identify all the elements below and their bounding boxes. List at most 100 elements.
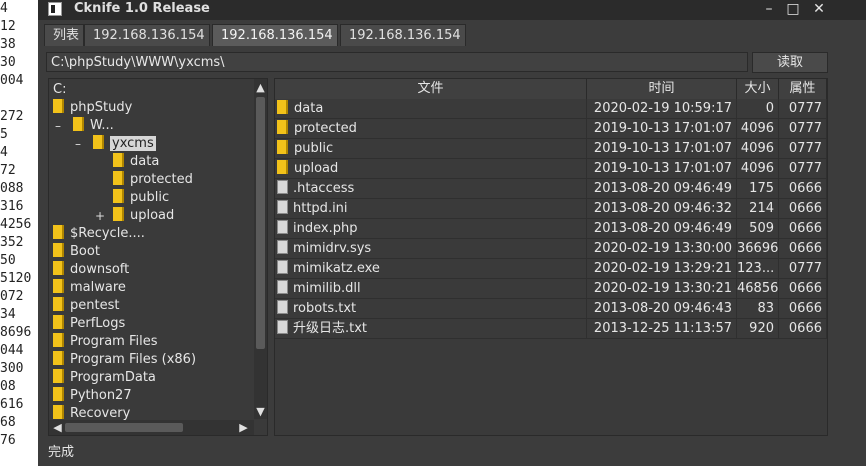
tree-item[interactable]: public [113, 189, 169, 207]
tree-item[interactable]: phpStudy [53, 99, 132, 117]
file-time: 2013-08-20 09:46:49 [587, 179, 737, 199]
file-name: .htaccess [275, 179, 587, 199]
tree-item[interactable]: – W... [55, 117, 114, 135]
tree-item-label: $Recycle.... [70, 226, 145, 241]
file-icon [277, 320, 288, 334]
table-row[interactable]: httpd.ini 2013-08-20 09:46:32 214 0666 [275, 199, 827, 219]
scroll-up-icon[interactable]: ▲ [254, 81, 267, 94]
tree-item[interactable]: + upload [95, 207, 174, 225]
tree-item[interactable]: Python27 [53, 387, 132, 405]
tree-item[interactable]: ProgramData [53, 369, 156, 387]
background-number: 30 [0, 55, 16, 70]
background-number: 72 [0, 163, 16, 178]
table-row[interactable]: upload 2019-10-13 17:01:07 4096 0777 [275, 159, 827, 179]
folder-icon [53, 315, 64, 329]
table-row[interactable]: mimilib.dll 2020-02-19 13:30:21 46856 0666 [275, 279, 827, 299]
file-size: 4096 [737, 119, 779, 139]
background-number: 38 [0, 37, 16, 52]
column-header-size[interactable]: 大小 [737, 79, 779, 99]
tab-host-2[interactable]: 192.168.136.154 [212, 24, 338, 46]
tree-item[interactable]: protected [113, 171, 193, 189]
tree-item[interactable]: Boot [53, 243, 100, 261]
folder-icon [53, 297, 64, 311]
scroll-down-icon[interactable]: ▼ [254, 405, 267, 418]
background-number: 76 [0, 433, 16, 448]
path-input[interactable]: C:\phpStudy\WWW\yxcms\ [46, 52, 748, 72]
tree-item[interactable]: downsoft [53, 261, 129, 279]
file-name-text: mimikatz.exe [293, 261, 380, 276]
tree-item[interactable]: – yxcms [75, 135, 156, 153]
file-attr: 0666 [779, 239, 827, 259]
tree-item-label: public [130, 190, 170, 205]
collapse-icon[interactable]: – [75, 135, 81, 153]
background-number: 272 [0, 109, 24, 124]
cknife-window: Cknife 1.0 Release – □ ✕ 列表 192.168.136.… [38, 0, 866, 466]
file-size: 36696 [737, 239, 779, 259]
folder-icon [93, 135, 104, 149]
status-text: 完成 [48, 445, 75, 460]
file-time: 2013-08-20 09:46:49 [587, 219, 737, 239]
tree-item[interactable]: $Recycle.... [53, 225, 145, 243]
directory-tree: ▲ ▼ ◀ ▶ C: phpStudy – W... – yxcms data protect… [48, 78, 268, 436]
table-row[interactable]: index.php 2013-08-20 09:46:49 509 0666 [275, 219, 827, 239]
tree-item-label: pentest [70, 298, 120, 313]
tab-host-1[interactable]: 192.168.136.154 [84, 24, 210, 46]
background-number: 68 [0, 415, 16, 430]
file-attr: 0777 [779, 119, 827, 139]
background-terminal-numbers: 4 12 38 30 004 272 5 4 72 088 316 4256 352 50 5120 072 3… [0, 0, 40, 466]
file-attr: 0666 [779, 279, 827, 299]
minimize-icon[interactable]: – [760, 0, 778, 18]
read-button[interactable]: 读取 [752, 52, 828, 73]
tab-list[interactable]: 列表 [44, 24, 84, 46]
tree-item[interactable]: malware [53, 279, 126, 297]
file-name-text: mimidrv.sys [293, 241, 372, 256]
collapse-icon[interactable]: – [55, 117, 61, 135]
table-row[interactable]: public 2019-10-13 17:01:07 4096 0777 [275, 139, 827, 159]
table-row[interactable]: 升级日志.txt 2013-12-25 11:13:57 920 0666 [275, 319, 827, 339]
title-bar[interactable]: Cknife 1.0 Release – □ ✕ [38, 0, 866, 20]
file-name: mimilib.dll [275, 279, 587, 299]
close-icon[interactable]: ✕ [810, 0, 828, 18]
table-row[interactable]: .htaccess 2013-08-20 09:46:49 175 0666 [275, 179, 827, 199]
tree-item[interactable]: Program Files [53, 333, 158, 351]
tab-host-3[interactable]: 192.168.136.154 [340, 24, 466, 46]
tree-item[interactable]: data [113, 153, 159, 171]
tree-item-label: data [130, 154, 160, 169]
background-number: 5 [0, 127, 8, 142]
column-header-time[interactable]: 时间 [587, 79, 737, 99]
column-header-attr[interactable]: 属性 [779, 79, 827, 99]
tree-item-label: Recovery [70, 406, 131, 421]
tree-vertical-scrollbar[interactable]: ▲ ▼ [254, 79, 267, 419]
tree-item[interactable]: C: [53, 81, 66, 99]
file-icon [277, 240, 288, 254]
tree-item[interactable]: PerfLogs [53, 315, 125, 333]
file-icon [277, 300, 288, 314]
tree-item[interactable]: Recovery [53, 405, 130, 423]
folder-icon [73, 117, 84, 131]
file-attr: 0777 [779, 99, 827, 119]
tree-item[interactable]: pentest [53, 297, 119, 315]
scroll-thumb[interactable] [256, 97, 265, 349]
folder-icon [277, 160, 288, 174]
file-name-text: index.php [293, 221, 358, 236]
maximize-icon[interactable]: □ [784, 0, 802, 18]
table-row[interactable]: robots.txt 2013-08-20 09:46:43 83 0666 [275, 299, 827, 319]
expand-icon[interactable]: + [95, 207, 105, 225]
file-name: robots.txt [275, 299, 587, 319]
file-attr: 0777 [779, 259, 827, 279]
file-attr: 0666 [779, 199, 827, 219]
table-row[interactable]: protected 2019-10-13 17:01:07 4096 0777 [275, 119, 827, 139]
table-row[interactable]: mimidrv.sys 2020-02-19 13:30:00 36696 0666 [275, 239, 827, 259]
scroll-thumb[interactable] [65, 423, 183, 432]
folder-icon [53, 351, 64, 365]
table-row[interactable]: data 2020-02-19 10:59:17 0 0777 [275, 99, 827, 119]
tree-item[interactable]: Program Files (x86) [53, 351, 196, 369]
file-time: 2013-08-20 09:46:43 [587, 299, 737, 319]
scroll-right-icon[interactable]: ▶ [237, 421, 250, 434]
column-header-name[interactable]: 文件 [275, 79, 587, 99]
tree-item-label: ProgramData [70, 370, 156, 385]
file-attr: 0777 [779, 139, 827, 159]
file-name-text: 升级日志.txt [293, 321, 368, 336]
path-bar: C:\phpStudy\WWW\yxcms\ 读取 [38, 50, 866, 76]
table-row[interactable]: mimikatz.exe 2020-02-19 13:29:21 123... 077… [275, 259, 827, 279]
